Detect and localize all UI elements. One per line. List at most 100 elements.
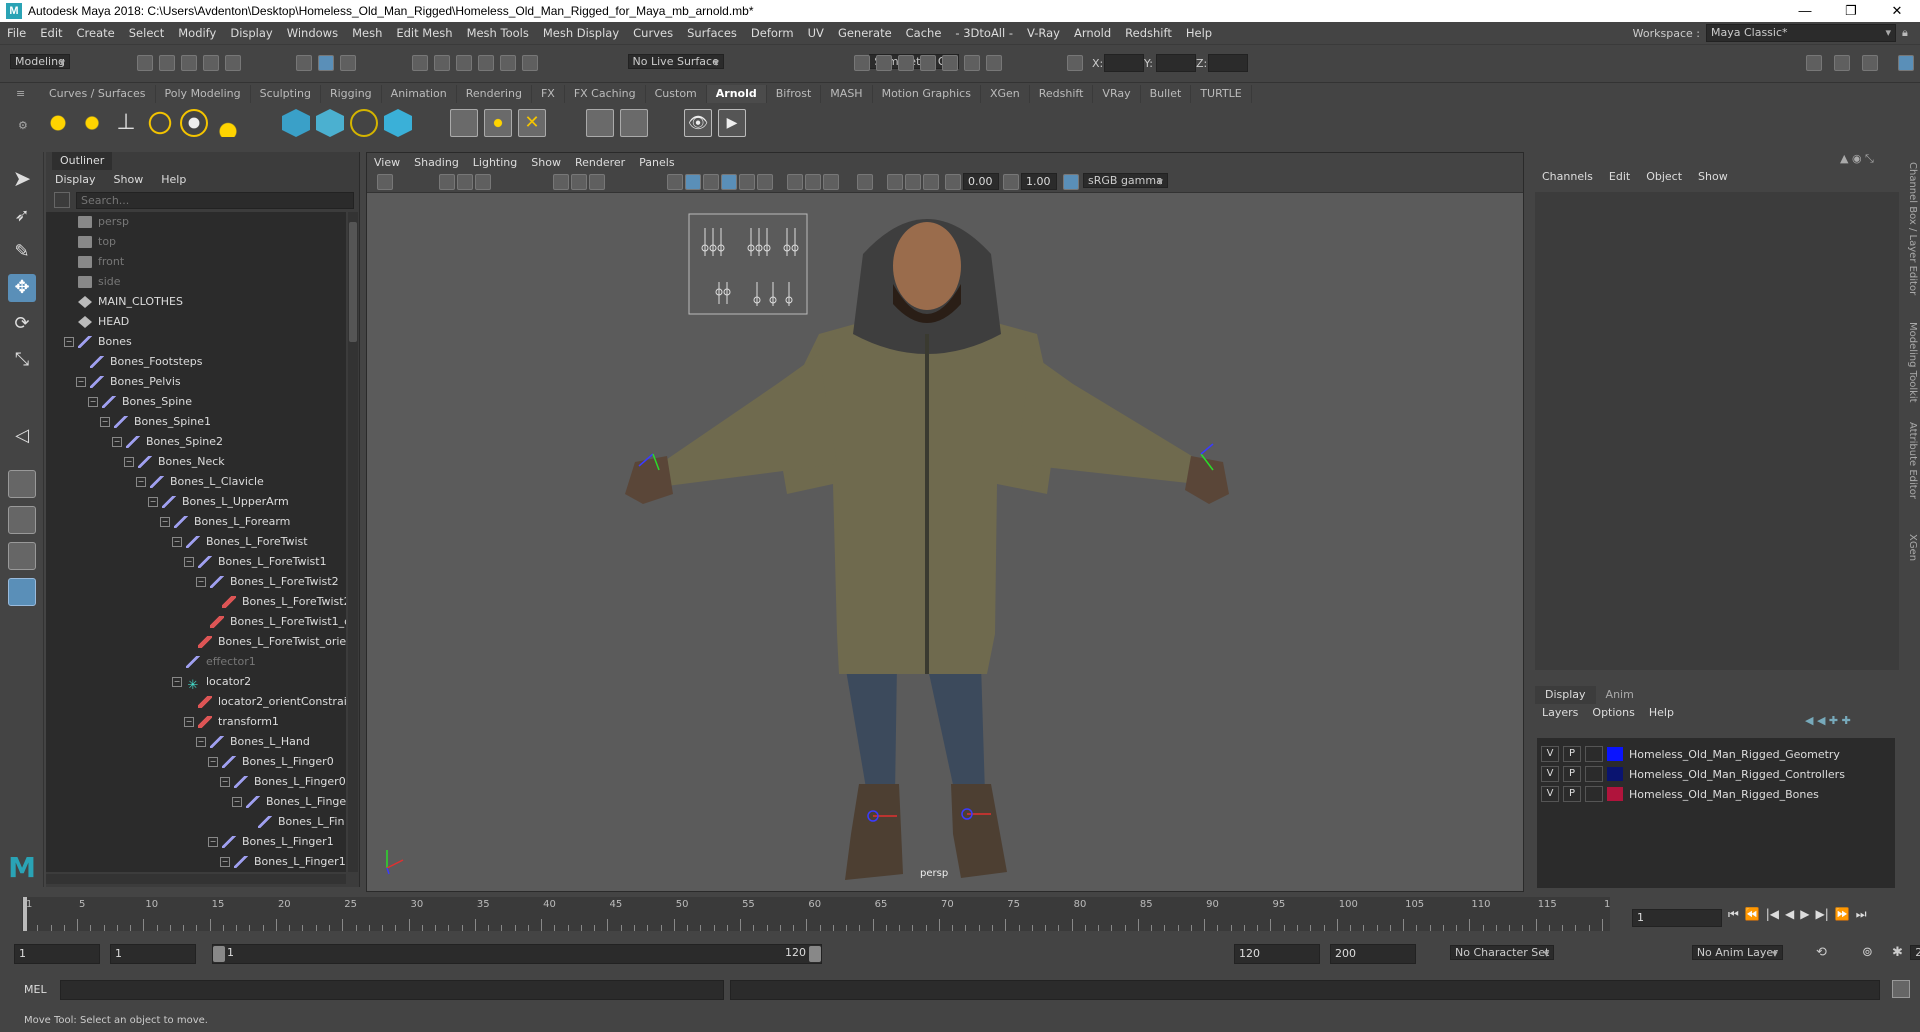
outliner-expand-toggle[interactable]: − <box>160 517 170 527</box>
photometric-light-icon[interactable]: ⊥ <box>112 109 140 137</box>
outliner-row[interactable]: effector1 <box>172 652 256 672</box>
shelf-tab-rigging[interactable]: Rigging <box>321 85 382 103</box>
menu-mesh[interactable]: Mesh <box>345 26 389 40</box>
select-object-icon[interactable] <box>318 55 334 71</box>
viewport-menu-view[interactable]: View <box>367 156 407 169</box>
step-back-key-button[interactable]: ⏪ <box>1745 907 1760 922</box>
layer-visible-toggle[interactable]: V <box>1541 746 1559 762</box>
menu-file[interactable]: File <box>0 26 33 40</box>
last-tool-icon[interactable]: ◁ <box>8 422 36 450</box>
playback-start-field[interactable]: 1 <box>110 944 196 964</box>
rotate-tool-icon[interactable]: ⟳ <box>8 310 36 338</box>
viewport-menu-shading[interactable]: Shading <box>407 156 466 169</box>
outliner-row[interactable]: − Bones_Spine2 <box>112 432 223 452</box>
undo-icon[interactable] <box>203 55 219 71</box>
select-camera-icon[interactable] <box>377 174 393 190</box>
menu-redshift[interactable]: Redshift <box>1118 26 1179 40</box>
command-input[interactable] <box>60 980 724 1000</box>
outliner-menu-help[interactable]: Help <box>152 173 195 186</box>
arnold-shader-icon[interactable] <box>384 109 412 137</box>
flush-all-icon[interactable]: ✕ <box>518 109 546 137</box>
go-to-start-button[interactable]: ⏮ <box>1728 907 1739 922</box>
exposure-icon[interactable] <box>945 174 961 190</box>
outliner-row[interactable]: Bones_L_ForeTwist2 <box>208 592 346 612</box>
menuset-dropdown[interactable]: Modeling <box>10 54 71 69</box>
channel-box-icon[interactable] <box>1898 55 1914 71</box>
layer-playback-toggle[interactable]: P <box>1563 746 1581 762</box>
xray-components-icon[interactable] <box>923 174 939 190</box>
channel-box-dock-icons[interactable]: ▲ ◉ ⤡ <box>1840 152 1874 166</box>
color-space-dropdown[interactable]: sRGB gamma <box>1083 173 1168 188</box>
outliner-filter-icon[interactable] <box>54 192 70 208</box>
arnold-renderview-icon[interactable]: 👁︎ <box>684 109 712 137</box>
export-standin-icon[interactable] <box>316 109 344 137</box>
light-portal-icon[interactable] <box>180 109 208 137</box>
outliner-expand-toggle[interactable]: − <box>184 717 194 727</box>
go-to-end-button[interactable]: ⏭ <box>1856 907 1867 922</box>
minimize-button[interactable]: — <box>1782 0 1828 22</box>
outliner-row[interactable]: locator2_orientConstrai <box>184 692 346 712</box>
skydome-light-icon[interactable] <box>146 109 174 137</box>
outliner-row[interactable]: − Bones_Pelvis <box>76 372 181 392</box>
outliner-row[interactable]: top <box>64 232 116 252</box>
persp-outliner-icon[interactable] <box>8 542 36 570</box>
layer-row[interactable]: V P Homeless_Old_Man_Rigged_Controllers <box>1537 764 1895 784</box>
tx-manager-icon[interactable] <box>586 109 614 137</box>
layer-color-swatch[interactable] <box>1607 787 1623 801</box>
layer-row[interactable]: V P Homeless_Old_Man_Rigged_Bones <box>1537 784 1895 804</box>
shelf-menu-icon[interactable]: ≡ <box>16 87 25 100</box>
shelf-tab-vray[interactable]: VRay <box>1093 85 1141 103</box>
four-view-icon[interactable] <box>8 506 36 534</box>
wireframe-icon[interactable] <box>667 174 683 190</box>
pause-render-icon[interactable] <box>986 55 1002 71</box>
outliner-row[interactable]: HEAD <box>64 312 129 332</box>
layer-menu-help[interactable]: Help <box>1642 704 1681 722</box>
layer-visible-toggle[interactable]: V <box>1541 766 1559 782</box>
shelf-tab-curves-surfaces[interactable]: Curves / Surfaces <box>40 85 156 103</box>
outliner-expand-toggle[interactable]: − <box>172 677 182 687</box>
anti-aliasing-icon[interactable] <box>823 174 839 190</box>
isolate-select-icon[interactable] <box>857 174 873 190</box>
attribute-editor-icon[interactable] <box>1862 55 1878 71</box>
y-field[interactable] <box>1156 54 1196 72</box>
layer-tab-anim[interactable]: Anim <box>1596 686 1644 704</box>
outliner-row[interactable]: − Bones_L_Clavicle <box>136 472 264 492</box>
open-scene-icon[interactable] <box>159 55 175 71</box>
outliner-row[interactable]: − Bones_L_Finger1 <box>208 832 334 852</box>
outliner-expand-toggle[interactable]: − <box>220 777 230 787</box>
viewport-menu-renderer[interactable]: Renderer <box>568 156 632 169</box>
resolution-gate-icon[interactable] <box>589 174 605 190</box>
channel-menu-edit[interactable]: Edit <box>1601 170 1638 183</box>
render-current-icon[interactable] <box>876 55 892 71</box>
menu-curves[interactable]: Curves <box>626 26 680 40</box>
snap-grid-icon[interactable] <box>412 55 428 71</box>
outliner-row[interactable]: − Bones_L_ForeTwist2 <box>196 572 339 592</box>
outliner-vscrollbar[interactable] <box>348 212 358 872</box>
outliner-row[interactable]: − Bones_L_Finger0 <box>208 752 334 772</box>
volume-icon[interactable] <box>350 109 378 137</box>
outliner-row[interactable]: − Bones_Neck <box>124 452 225 472</box>
outliner-row[interactable]: − ✳ locator2 <box>172 672 251 693</box>
outliner-expand-toggle[interactable]: − <box>196 737 206 747</box>
side-tab-modeling-toolkit[interactable]: Modeling Toolkit <box>1907 322 1918 403</box>
menu-edit[interactable]: Edit <box>33 26 69 40</box>
shelf-tab-arnold[interactable]: Arnold <box>706 85 767 103</box>
lock-icon[interactable]: 🔒︎ <box>1902 26 1920 40</box>
outliner-vscroll-thumb[interactable] <box>349 222 357 342</box>
play-forward-button[interactable]: ▶ <box>1800 907 1809 922</box>
outliner-expand-toggle[interactable]: − <box>184 557 194 567</box>
outliner-row[interactable]: − transform1 <box>184 712 279 732</box>
outliner-expand-toggle[interactable]: − <box>100 417 110 427</box>
outliner-layout-icon[interactable] <box>8 578 36 606</box>
x-field[interactable] <box>1104 54 1144 72</box>
exposure-field[interactable]: 0.00 <box>963 173 999 190</box>
outliner-row[interactable]: Bones_L_ForeTwist1_c <box>196 612 346 632</box>
new-scene-icon[interactable] <box>137 55 153 71</box>
outliner-expand-toggle[interactable]: − <box>124 457 134 467</box>
outliner-expand-toggle[interactable]: − <box>64 337 74 347</box>
sidebar-toggle-icon[interactable] <box>1806 55 1822 71</box>
move-tool-icon[interactable]: ✥ <box>8 274 36 302</box>
outliner-expand-toggle[interactable]: − <box>148 497 158 507</box>
paint-select-tool-icon[interactable]: ✎ <box>8 238 36 266</box>
render-settings-icon[interactable] <box>920 55 936 71</box>
